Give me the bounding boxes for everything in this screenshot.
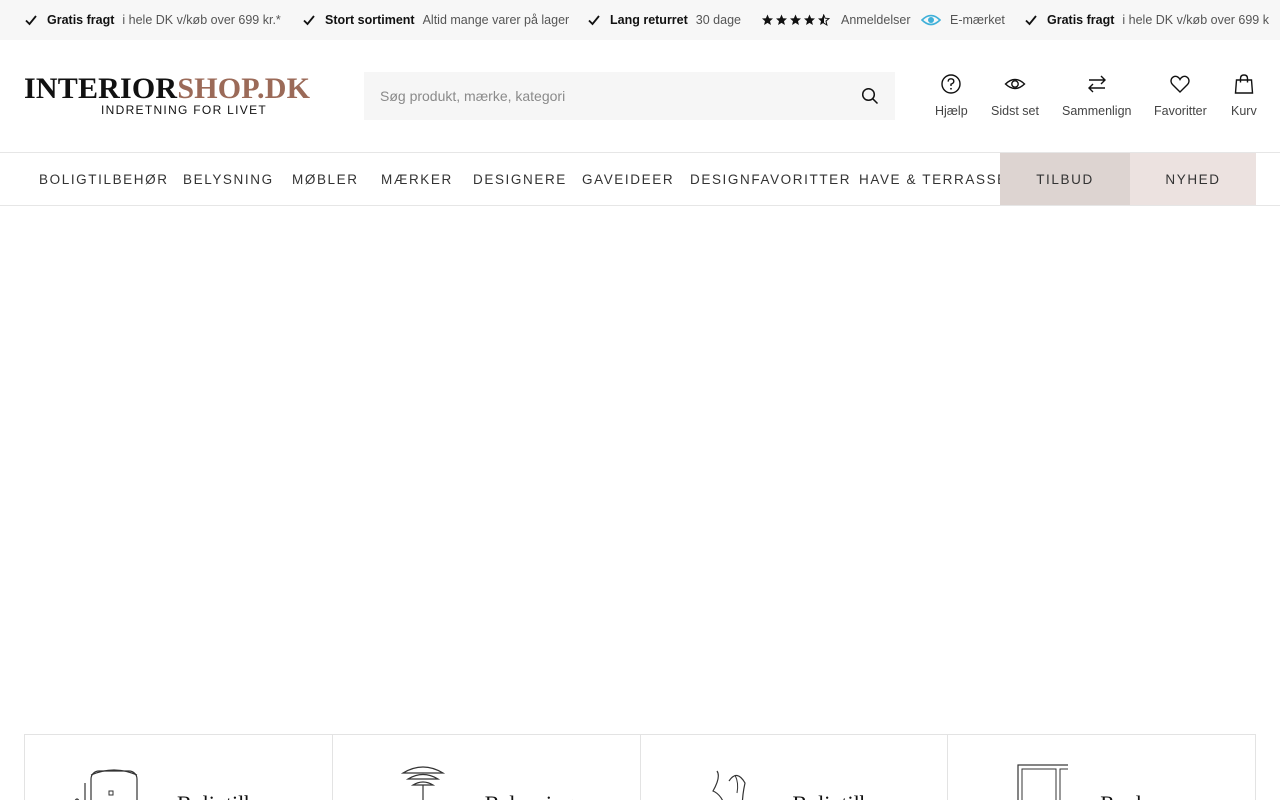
usp-title: Gratis fragt xyxy=(47,13,115,27)
compare-arrows-icon xyxy=(1087,75,1106,93)
star-icon xyxy=(804,14,815,25)
logo-wordmark: INTERIORSHOP.DK xyxy=(24,73,324,105)
favorites-label: Favoritter xyxy=(1154,104,1207,118)
usp-item-assortment: Stort sortiment Altid mange varer på lag… xyxy=(302,0,569,40)
checkmark-icon xyxy=(303,15,315,26)
half-star-icon xyxy=(818,14,830,26)
help-label: Hjælp xyxy=(935,104,968,118)
main-navigation: BOLIGTILBEHØR BELYSNING MØBLER MÆRKER DE… xyxy=(0,152,1280,206)
category-card[interactable]: Belysning xyxy=(333,735,641,800)
category-title: Belysning xyxy=(485,791,574,800)
nav-item-mobler[interactable]: MØBLER xyxy=(292,153,359,205)
reviews-link[interactable]: Anmeldelser xyxy=(841,13,910,27)
category-card[interactable]: Boligtilbe xyxy=(25,735,333,800)
usp-item-free-shipping: Gratis fragt i hele DK v/køb over 699 kr… xyxy=(24,0,281,40)
site-logo[interactable]: INTERIORSHOP.DK INDRETNING FOR LIVET xyxy=(24,73,324,121)
checkmark-icon xyxy=(25,15,37,26)
usp-text: 30 dage xyxy=(695,13,741,27)
eye-icon xyxy=(1004,78,1026,90)
help-button[interactable]: Hjælp xyxy=(935,73,968,118)
heart-icon xyxy=(1170,75,1191,93)
vase-icon xyxy=(711,770,746,800)
compare-button[interactable]: Sammenlign xyxy=(1062,73,1131,118)
checkmark-icon xyxy=(588,15,600,26)
logo-part-shop: SHOP.DK xyxy=(177,72,311,105)
usp-item-emark[interactable]: E-mærket xyxy=(921,0,1005,40)
usp-item-reviews[interactable]: Anmeldelser xyxy=(761,0,910,40)
cart-label: Kurv xyxy=(1231,104,1257,118)
nav-item-maerker[interactable]: MÆRKER xyxy=(381,153,453,205)
usp-bar: Gratis fragt i hele DK v/køb over 699 kr… xyxy=(0,0,1280,40)
nav-item-designfavoritter[interactable]: DESIGNFAVORITTER xyxy=(690,153,851,205)
help-icon xyxy=(941,74,962,94)
nav-item-nyhed[interactable]: NYHED xyxy=(1130,153,1256,205)
nav-item-gaveideer[interactable]: GAVEIDEER xyxy=(582,153,674,205)
kitchen-tools-icon xyxy=(74,769,138,800)
category-cards: Boligtilbe Belysning Boligtilbe Reoler xyxy=(24,734,1256,800)
recently-viewed-label: Sidst set xyxy=(991,104,1039,118)
category-card[interactable]: Boligtilbe xyxy=(641,735,949,800)
checkmark-icon xyxy=(1025,15,1037,26)
usp-title: Gratis fragt xyxy=(1047,13,1115,27)
nav-item-belysning[interactable]: BELYSNING xyxy=(183,153,274,205)
usp-title: Lang returret xyxy=(610,13,688,27)
search-bar xyxy=(364,72,895,120)
usp-item-free-shipping-repeat: Gratis fragt i hele DK v/køb over 699 k xyxy=(1024,0,1269,40)
usp-text: Altid mange varer på lager xyxy=(422,13,570,27)
usp-text: i hele DK v/køb over 699 kr.* xyxy=(122,13,281,27)
nav-item-tilbud[interactable]: TILBUD xyxy=(1000,153,1130,205)
cabinet-icon xyxy=(1017,764,1069,800)
category-card[interactable]: Reoler xyxy=(948,735,1255,800)
emark-link[interactable]: E-mærket xyxy=(950,13,1005,27)
logo-part-interior: INTERIOR xyxy=(24,72,178,105)
emark-eye-icon xyxy=(921,14,941,26)
pendant-lamp-icon xyxy=(400,766,445,800)
category-title: Boligtilbe xyxy=(793,791,881,800)
star-icon xyxy=(776,14,787,25)
star-icon xyxy=(790,14,801,25)
category-title: Reoler xyxy=(1100,791,1159,800)
nav-item-designere[interactable]: DESIGNERE xyxy=(473,153,567,205)
hero-banner-area xyxy=(0,206,1280,726)
star-icon xyxy=(762,14,773,25)
shopping-bag-icon xyxy=(1234,74,1254,94)
site-header: INTERIORSHOP.DK INDRETNING FOR LIVET Hjæ… xyxy=(0,40,1280,153)
rating-stars xyxy=(761,14,831,26)
search-input[interactable] xyxy=(364,73,834,119)
usp-text: i hele DK v/køb over 699 k xyxy=(1122,13,1269,27)
compare-label: Sammenlign xyxy=(1062,104,1132,118)
usp-title: Stort sortiment xyxy=(325,13,415,27)
nav-item-have-terrasse[interactable]: HAVE & TERRASSE xyxy=(859,153,1008,205)
usp-item-returns: Lang returret 30 dage xyxy=(587,0,741,40)
search-icon[interactable] xyxy=(861,87,879,105)
cart-button[interactable]: Kurv xyxy=(1231,73,1257,118)
favorites-button[interactable]: Favoritter xyxy=(1154,73,1207,118)
recently-viewed-button[interactable]: Sidst set xyxy=(991,73,1039,118)
nav-item-boligtilbehor[interactable]: BOLIGTILBEHØR xyxy=(39,153,169,205)
category-title: Boligtilbe xyxy=(177,791,265,800)
logo-tagline: INDRETNING FOR LIVET xyxy=(101,103,268,117)
